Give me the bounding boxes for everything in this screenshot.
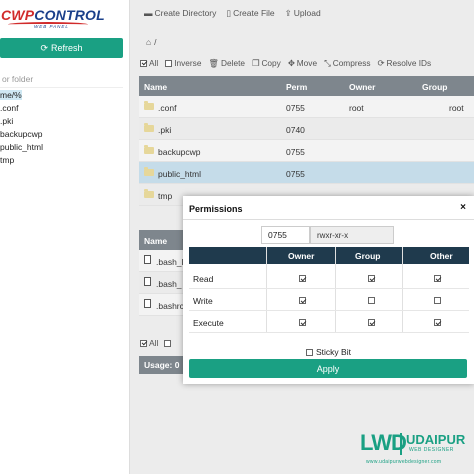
cwp-logo: CWPCONTROL WEB PANEL: [0, 7, 105, 31]
logo-text: CWPCONTROL: [1, 7, 105, 23]
permission-row-execute: Execute: [189, 312, 469, 333]
delete-button[interactable]: 🗑 Delete: [208, 58, 245, 69]
upload-button[interactable]: ⇪ Upload: [285, 8, 321, 19]
compress-icon: ⤡: [324, 57, 331, 68]
home-icon[interactable]: ⌂: [146, 37, 151, 47]
execute-other-checkbox[interactable]: [434, 319, 441, 326]
permission-row-read: Read: [189, 268, 469, 289]
select-all-button[interactable]: All: [140, 58, 158, 68]
checkbox-icon: [140, 339, 147, 347]
folder-icon: [144, 145, 154, 154]
upload-icon: ⇪: [284, 7, 292, 18]
permissions-dialog: Permissions × rwxr-xr-x Owner Group Othe…: [183, 196, 474, 384]
folder-filter-input[interactable]: [0, 70, 123, 88]
folder-tree: me/% .conf .pki backupcwp public_html tm…: [0, 89, 43, 167]
copy-icon: ❐: [251, 58, 260, 68]
tree-item[interactable]: .pki: [0, 115, 43, 128]
checkbox-icon: [140, 59, 147, 67]
folder-icon: [144, 101, 154, 110]
file-icon: [144, 277, 151, 286]
sticky-bit-checkbox[interactable]: [306, 348, 313, 356]
table-row[interactable]: backupcwp 0755: [139, 140, 474, 162]
read-owner-checkbox[interactable]: [299, 275, 306, 282]
directory-table: Name Perm Owner Group .conf 0755 root ro…: [139, 76, 474, 206]
write-owner-checkbox[interactable]: [299, 297, 306, 304]
refresh-icon: ⟳: [40, 42, 49, 53]
sticky-bit-option[interactable]: Sticky Bit: [306, 347, 351, 357]
permission-table-header: Owner Group Other: [189, 247, 469, 264]
refresh-button[interactable]: ⟳ Refresh: [0, 38, 123, 58]
symbolic-permission: rwxr-xr-x: [310, 226, 394, 244]
trash-icon: 🗑: [208, 57, 219, 68]
file-icon: [144, 255, 151, 264]
top-toolbar: ▬ Create Directory ▯ Create File ⇪ Upload: [144, 6, 321, 20]
refresh-label: Refresh: [51, 43, 83, 53]
bottom-action-bar: All: [140, 336, 172, 350]
read-other-checkbox[interactable]: [434, 275, 441, 282]
left-panel: CWPCONTROL WEB PANEL ⟳ Refresh me/% .con…: [0, 0, 130, 474]
watermark-divider: [400, 433, 402, 455]
move-button[interactable]: ✥ Move: [288, 58, 317, 68]
create-directory-button[interactable]: ▬ Create Directory: [144, 8, 216, 18]
apply-button[interactable]: Apply: [189, 359, 467, 378]
usage-bar: Usage: 0: [139, 356, 185, 374]
file-icon: [144, 299, 151, 308]
tree-item[interactable]: public_html: [0, 141, 43, 154]
logo-subtitle: WEB PANEL: [34, 24, 69, 29]
execute-group-checkbox[interactable]: [368, 319, 375, 326]
dialog-divider: [183, 219, 474, 220]
resolve-ids-button[interactable]: ⟳ Resolve IDs: [378, 58, 432, 68]
dialog-title: Permissions: [189, 204, 243, 214]
permission-row-write: Write: [189, 290, 469, 311]
write-other-checkbox[interactable]: [434, 297, 441, 304]
refresh-icon: ⟳: [377, 58, 385, 68]
breadcrumb: ⌂ /: [146, 37, 157, 47]
file-icon: ▯: [226, 7, 232, 18]
close-icon[interactable]: ×: [460, 202, 466, 213]
tree-item[interactable]: tmp: [0, 154, 43, 167]
checkbox-icon: [165, 59, 173, 67]
folder-icon: ▬: [144, 8, 153, 18]
move-icon: ✥: [287, 58, 295, 68]
tree-item[interactable]: .conf: [0, 102, 43, 115]
tree-item[interactable]: backupcwp: [0, 128, 43, 141]
copy-button[interactable]: ❐ Copy: [252, 58, 281, 68]
read-group-checkbox[interactable]: [368, 275, 375, 282]
inverse-button[interactable]: Inverse: [165, 58, 201, 68]
watermark-logo: LWD UDAIPUR WEB DESIGNER www.udaipurwebd…: [360, 430, 466, 465]
octal-permission-input[interactable]: [261, 226, 310, 244]
action-bar: All Inverse 🗑 Delete ❐ Copy ✥ Move ⤡ Compres…: [140, 56, 474, 70]
write-group-checkbox[interactable]: [368, 297, 375, 304]
table-row[interactable]: .conf 0755 root root: [139, 96, 474, 118]
select-all-button[interactable]: All: [140, 338, 158, 348]
folder-icon: [144, 189, 154, 198]
folder-icon: [144, 167, 154, 176]
tree-item-home[interactable]: me/%: [0, 89, 43, 102]
table-row[interactable]: .pki 0740: [139, 118, 474, 140]
table-header: Name Perm Owner Group: [139, 76, 474, 96]
create-file-button[interactable]: ▯ Create File: [226, 8, 274, 19]
execute-owner-checkbox[interactable]: [299, 319, 306, 326]
table-row-selected[interactable]: public_html 0755: [139, 162, 474, 184]
inverse-checkbox[interactable]: [164, 339, 172, 347]
compress-button[interactable]: ⤡ Compress: [324, 58, 370, 69]
folder-icon: [144, 123, 154, 132]
